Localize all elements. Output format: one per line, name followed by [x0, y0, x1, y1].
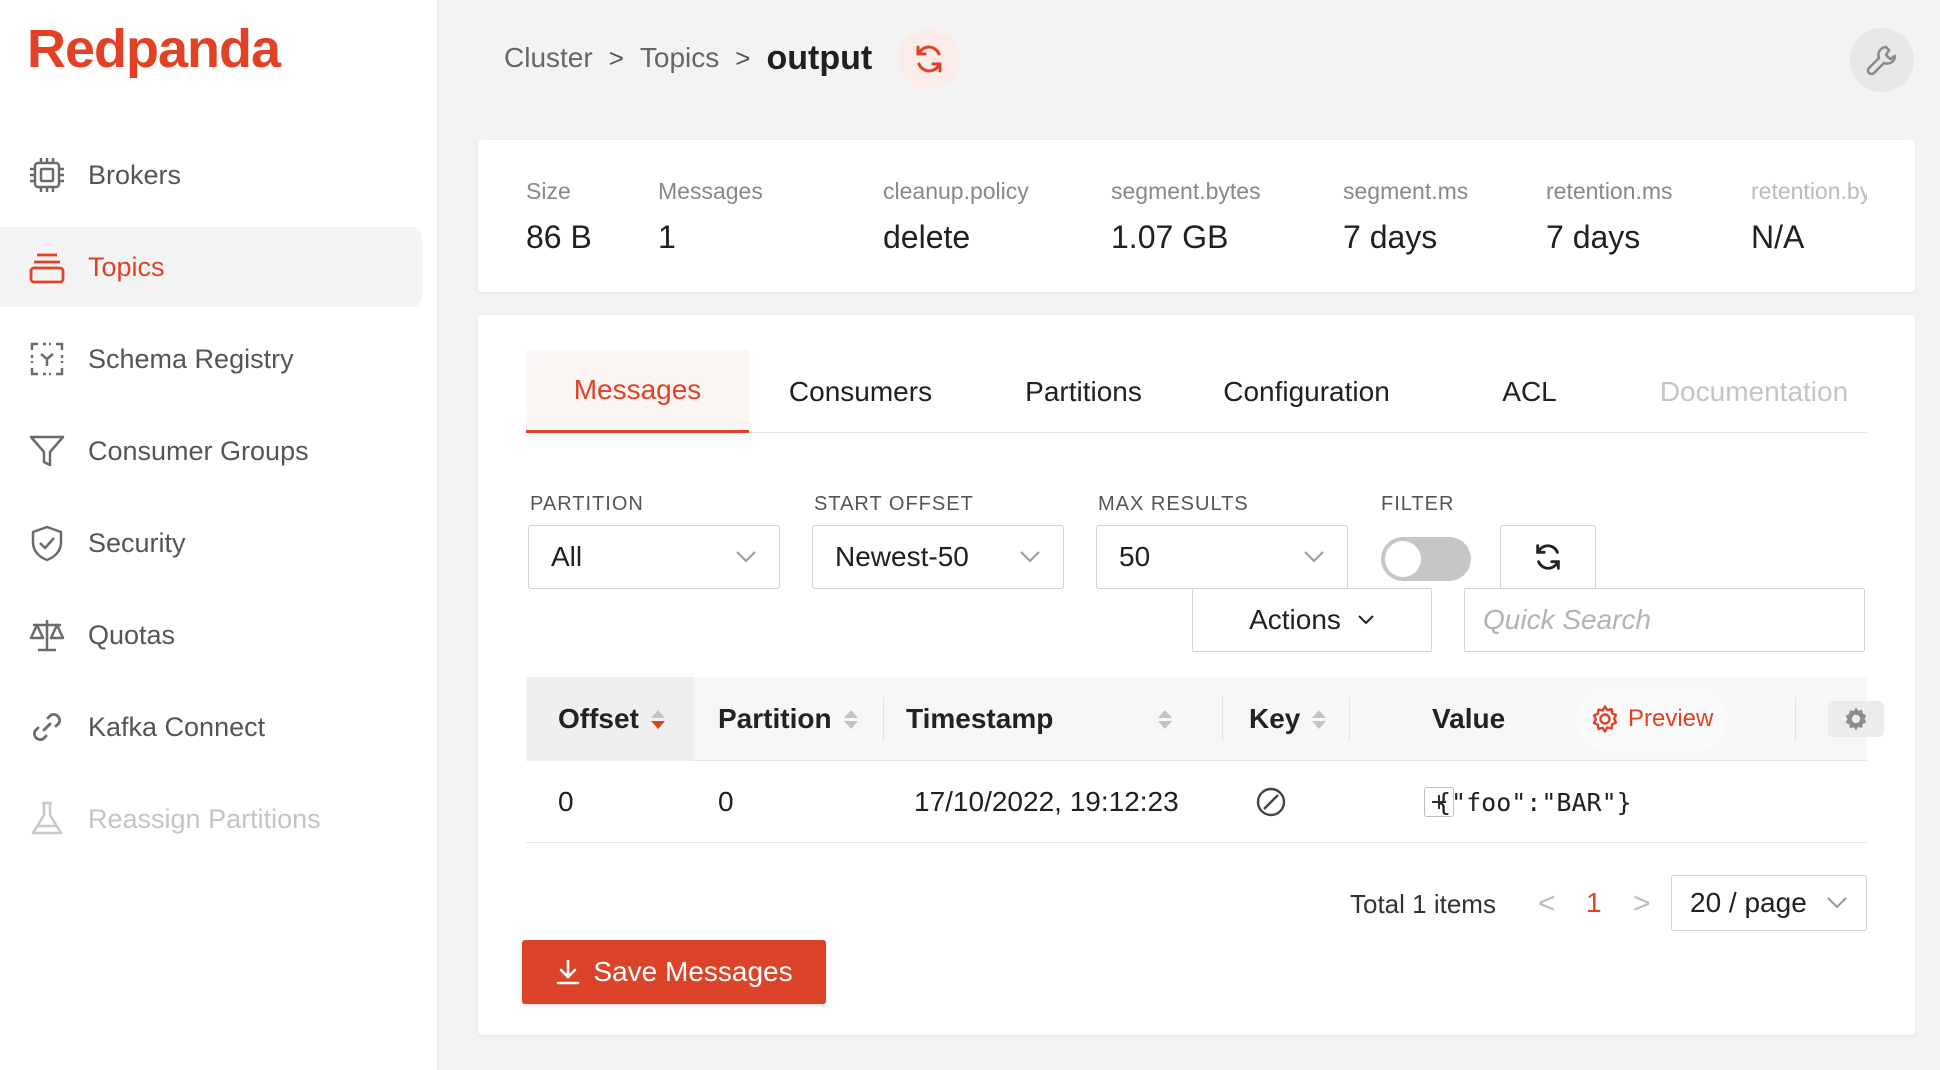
- sort-icon: [650, 709, 665, 729]
- partition-label: PARTITION: [530, 493, 644, 515]
- null-icon: [1256, 787, 1286, 817]
- download-icon: [557, 959, 580, 985]
- flask-icon: [27, 799, 67, 839]
- gear-icon: [1845, 707, 1867, 731]
- link-icon: [27, 707, 67, 747]
- sidebar-nav: Brokers Topics Schema Registry Consumer …: [0, 135, 422, 871]
- wrench-icon: [1866, 45, 1897, 76]
- chip-icon: [27, 155, 67, 195]
- table-row[interactable]: 0 0 17/10/2022, 19:12:23 {"foo":"BAR"}: [526, 761, 1867, 843]
- prev-page-button[interactable]: <: [1538, 887, 1556, 921]
- sort-icon: [1158, 709, 1172, 729]
- cell-offset: 0: [558, 786, 574, 817]
- refresh-icon: [916, 45, 942, 73]
- column-key[interactable]: Key: [1249, 677, 1327, 761]
- sidebar-item-label: Quotas: [88, 619, 176, 650]
- sidebar-item-label: Brokers: [88, 159, 182, 190]
- max-results-select[interactable]: 50: [1096, 525, 1348, 589]
- tab-partitions[interactable]: Partitions: [972, 350, 1195, 433]
- messages-panel: Messages Consumers Partitions Configurat…: [478, 315, 1915, 1035]
- cell-value[interactable]: {"foo":"BAR"}: [1436, 761, 1632, 843]
- refresh-topic-button[interactable]: [898, 28, 960, 90]
- cell-key: [1254, 761, 1288, 843]
- tab-configuration[interactable]: Configuration: [1195, 350, 1418, 433]
- total-items: Total 1 items: [1350, 889, 1496, 919]
- sidebar-item-label: Schema Registry: [88, 343, 294, 374]
- sidebar-item-label: Security: [88, 527, 186, 558]
- breadcrumb-separator: >: [608, 42, 624, 73]
- toggle-knob: [1385, 541, 1421, 577]
- cell-partition: 0: [718, 786, 734, 817]
- messages-table-header: Offset Partition Timestamp Key Value Pre…: [526, 677, 1884, 761]
- tab-acl[interactable]: ACL: [1418, 350, 1641, 433]
- column-offset[interactable]: Offset: [526, 677, 694, 761]
- start-offset-select[interactable]: Newest-50: [812, 525, 1064, 589]
- debug-tools-button[interactable]: [1850, 28, 1914, 92]
- filter-label: FILTER: [1381, 493, 1455, 515]
- page-number[interactable]: 1: [1586, 887, 1602, 919]
- stat-retention-bytes: retention.bytes N/A: [1751, 178, 1867, 255]
- filter-toggle[interactable]: [1381, 537, 1471, 581]
- breadcrumb: Cluster > Topics > output: [504, 36, 872, 80]
- page-size-select[interactable]: 20 / page: [1671, 875, 1867, 931]
- page-title: output: [766, 38, 873, 77]
- stat-size: Size 86 B: [526, 178, 592, 255]
- column-value: Value: [1432, 703, 1506, 734]
- breadcrumb-cluster[interactable]: Cluster: [504, 42, 593, 74]
- stat-retention-ms: retention.ms 7 days: [1546, 178, 1673, 255]
- stat-segment-ms: segment.ms 7 days: [1343, 178, 1469, 255]
- table-settings-button[interactable]: [1828, 701, 1884, 737]
- sidebar-item-label: Kafka Connect: [88, 711, 266, 742]
- sidebar-item-kafka-connect[interactable]: Kafka Connect: [0, 687, 422, 767]
- preview-button[interactable]: Preview: [1576, 687, 1728, 751]
- next-page-button[interactable]: >: [1633, 887, 1651, 921]
- scale-icon: [27, 615, 67, 655]
- partition-select[interactable]: All: [528, 525, 780, 589]
- stat-segment-bytes: segment.bytes 1.07 GB: [1111, 178, 1261, 255]
- chevron-down-icon: [1827, 897, 1847, 909]
- sidebar-item-label: Consumer Groups: [88, 435, 309, 466]
- start-offset-label: START OFFSET: [814, 493, 974, 515]
- topic-stats: Size 86 B Messages 1 cleanup.policy dele…: [478, 140, 1915, 292]
- sort-icon: [843, 709, 858, 729]
- save-messages-button[interactable]: Save Messages: [522, 940, 826, 1004]
- tab-consumers[interactable]: Consumers: [749, 350, 972, 433]
- sidebar-item-reassign-partitions: Reassign Partitions: [0, 779, 422, 859]
- topic-tabs: Messages Consumers Partitions Configurat…: [526, 350, 1867, 433]
- sidebar-item-label: Topics: [88, 251, 165, 282]
- chevron-down-icon: [1358, 615, 1374, 625]
- sort-icon: [1312, 709, 1327, 729]
- tab-documentation: Documentation: [1659, 375, 1849, 407]
- chevron-down-icon: [1304, 551, 1324, 563]
- chevron-down-icon: [1020, 551, 1040, 563]
- chevron-down-icon: [736, 551, 756, 563]
- sidebar-item-consumer-groups[interactable]: Consumer Groups: [0, 411, 422, 491]
- schema-icon: [27, 339, 67, 379]
- column-partition[interactable]: Partition: [718, 677, 858, 761]
- tab-messages[interactable]: Messages: [526, 350, 749, 433]
- sidebar-item-quotas[interactable]: Quotas: [0, 595, 422, 675]
- shield-icon: [27, 523, 67, 563]
- stat-messages: Messages 1: [658, 178, 763, 255]
- breadcrumb-topics[interactable]: Topics: [640, 42, 719, 74]
- quick-search-input[interactable]: [1464, 588, 1865, 652]
- actions-dropdown[interactable]: Actions: [1192, 588, 1432, 652]
- inbox-icon: [27, 247, 67, 287]
- sidebar-item-brokers[interactable]: Brokers: [0, 135, 422, 215]
- cell-timestamp: 17/10/2022, 19:12:23: [914, 786, 1179, 817]
- sidebar-item-label: Reassign Partitions: [88, 803, 321, 834]
- sidebar-item-schema-registry[interactable]: Schema Registry: [0, 319, 422, 399]
- refresh-icon: [1536, 544, 1560, 570]
- sidebar: Redpanda Brokers Topics Schema Registry …: [0, 0, 438, 1070]
- refresh-messages-button[interactable]: [1500, 525, 1596, 589]
- gear-icon: [1592, 705, 1618, 733]
- column-timestamp[interactable]: Timestamp: [906, 677, 1196, 761]
- redpanda-logo[interactable]: Redpanda: [27, 18, 281, 80]
- funnel-icon: [27, 431, 67, 471]
- breadcrumb-separator: >: [735, 42, 751, 73]
- sidebar-item-topics[interactable]: Topics: [0, 227, 422, 307]
- stat-cleanup-policy: cleanup.policy delete: [883, 178, 1029, 255]
- max-results-label: MAX RESULTS: [1098, 493, 1249, 515]
- sidebar-item-security[interactable]: Security: [0, 503, 422, 583]
